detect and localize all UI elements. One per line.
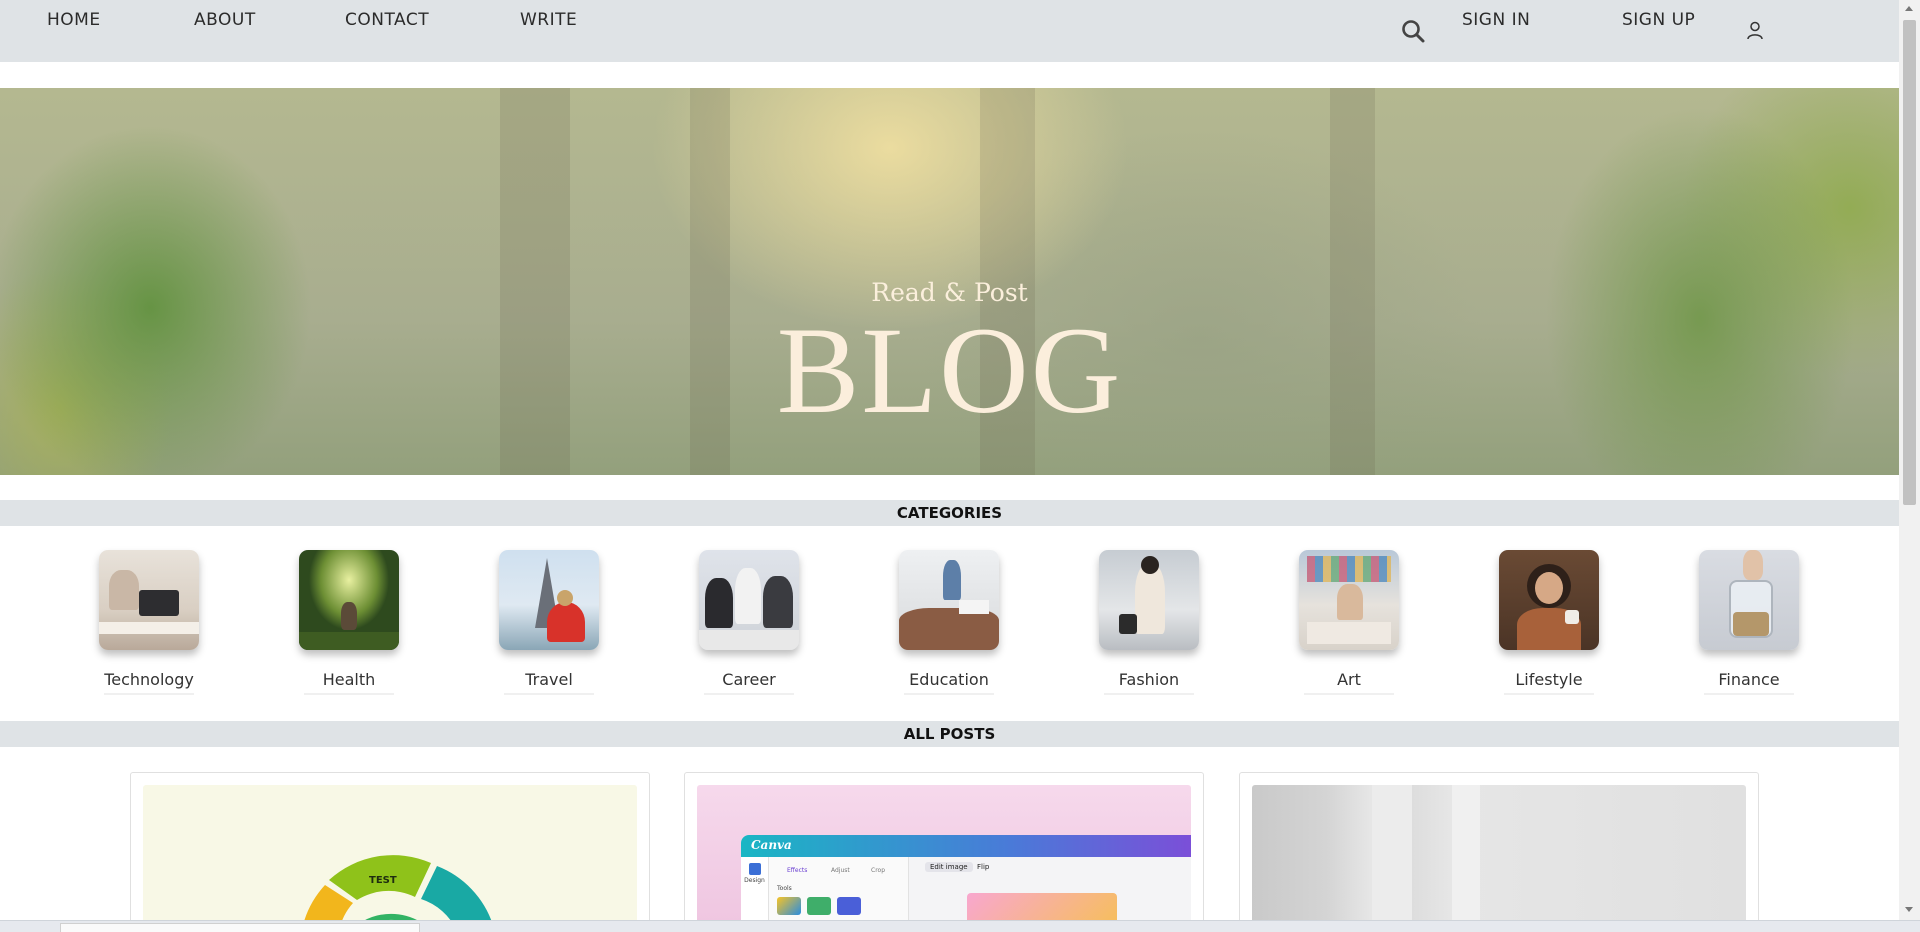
category-art[interactable]: Art	[1279, 550, 1419, 695]
canva-logo: Canva	[751, 838, 792, 852]
post-card-image	[1252, 785, 1746, 932]
category-technology[interactable]: Technology	[79, 550, 219, 695]
category-finance-image	[1699, 550, 1799, 650]
categories-heading: CATEGORIES	[0, 500, 1899, 526]
scroll-down-arrow-icon[interactable]	[1905, 907, 1913, 912]
category-label: Education	[904, 670, 994, 695]
hero-banner: Read & Post BLOG	[0, 88, 1899, 475]
category-career-image	[699, 550, 799, 650]
category-education-image	[899, 550, 999, 650]
post-card-image: TEST	[143, 785, 637, 932]
nav-write-link[interactable]: WRITE	[520, 10, 577, 30]
category-label: Finance	[1704, 670, 1794, 695]
canva-panel-tab[interactable]: Crop	[871, 867, 885, 874]
category-career[interactable]: Career	[679, 550, 819, 695]
canva-panel-tab[interactable]: Effects	[787, 867, 807, 874]
category-label: Art	[1304, 670, 1394, 695]
category-finance[interactable]: Finance	[1679, 550, 1819, 695]
design-icon	[748, 863, 761, 875]
effect-thumbnail[interactable]	[807, 897, 831, 915]
scroll-up-arrow-icon[interactable]	[1905, 6, 1913, 11]
canva-window: Canva Design Effects Adjust Crop Tools E…	[741, 835, 1191, 932]
category-technology-image	[99, 550, 199, 650]
category-education[interactable]: Education	[879, 550, 1019, 695]
canva-tools-label: Tools	[777, 885, 792, 892]
curtain-shape	[1452, 785, 1480, 932]
curtain-shape	[1372, 785, 1412, 932]
sign-up-link[interactable]: SIGN UP	[1622, 10, 1695, 30]
category-label: Career	[704, 670, 794, 695]
edit-image-button[interactable]: Edit image	[925, 862, 973, 872]
scrollbar-thumb[interactable]	[1903, 20, 1916, 505]
donut-graphic	[303, 855, 493, 932]
all-posts-heading: ALL POSTS	[0, 721, 1899, 747]
category-travel[interactable]: Travel	[479, 550, 619, 695]
search-icon[interactable]	[1400, 18, 1426, 44]
post-card[interactable]: TEST	[130, 772, 650, 932]
canva-sidebar-label: Design	[744, 877, 765, 884]
nav-home-link[interactable]: HOME	[47, 10, 101, 30]
category-label: Technology	[104, 670, 194, 695]
hero-title: BLOG	[776, 302, 1123, 439]
category-health-image	[299, 550, 399, 650]
vertical-scrollbar[interactable]	[1899, 0, 1920, 932]
category-label: Travel	[504, 670, 594, 695]
taskbar-strip	[0, 920, 1920, 932]
canva-header: Canva	[741, 835, 1191, 857]
category-label: Health	[304, 670, 394, 695]
canva-panel-tab[interactable]: Adjust	[831, 867, 850, 874]
category-fashion-image	[1099, 550, 1199, 650]
top-navbar: HOME ABOUT CONTACT WRITE SIGN IN SIGN UP	[0, 0, 1899, 62]
effect-thumbnail[interactable]	[777, 897, 801, 915]
category-label: Lifestyle	[1504, 670, 1594, 695]
category-label: Fashion	[1104, 670, 1194, 695]
category-travel-image	[499, 550, 599, 650]
post-card-image: Canva Design Effects Adjust Crop Tools E…	[697, 785, 1191, 932]
sign-in-link[interactable]: SIGN IN	[1462, 10, 1530, 30]
user-icon[interactable]	[1745, 20, 1765, 40]
category-lifestyle-image	[1499, 550, 1599, 650]
nav-about-link[interactable]: ABOUT	[194, 10, 256, 30]
nav-contact-link[interactable]: CONTACT	[345, 10, 429, 30]
flip-button[interactable]: Flip	[977, 863, 989, 871]
post-card[interactable]	[1239, 772, 1759, 932]
effect-thumbnail[interactable]	[837, 897, 861, 915]
category-lifestyle[interactable]: Lifestyle	[1479, 550, 1619, 695]
taskbar-window[interactable]	[60, 923, 420, 932]
category-art-image	[1299, 550, 1399, 650]
post-card-badge: TEST	[369, 875, 397, 886]
post-card[interactable]: Canva Design Effects Adjust Crop Tools E…	[684, 772, 1204, 932]
category-fashion[interactable]: Fashion	[1079, 550, 1219, 695]
category-health[interactable]: Health	[279, 550, 419, 695]
